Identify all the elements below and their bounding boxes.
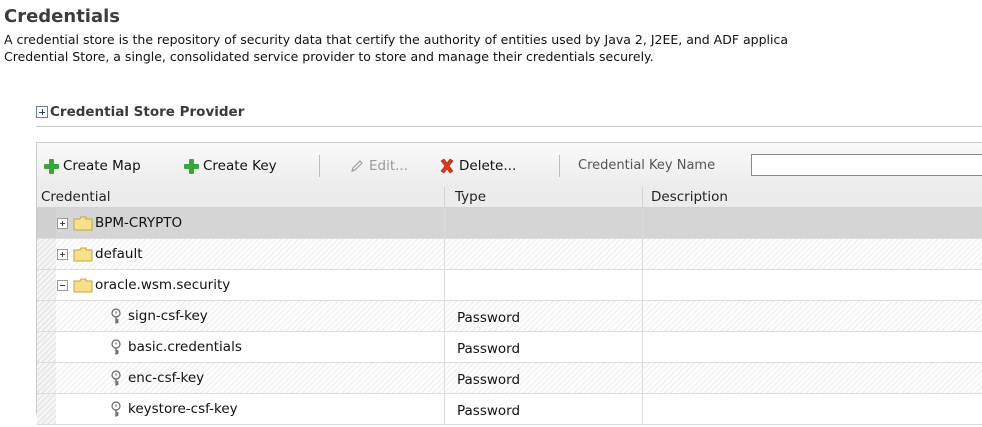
folder-open-icon [73,278,93,292]
credential-name: default [95,246,143,262]
table-row[interactable]: keystore-csf-key Password [37,394,982,425]
key-icon [111,370,121,386]
cell-divider [444,394,445,424]
plus-icon [43,158,59,174]
column-divider [642,187,643,207]
table-row[interactable]: BPM-CRYPTO [37,208,982,239]
cell-divider [444,239,445,269]
credential-type: Password [457,341,521,357]
credential-name: BPM-CRYPTO [95,215,183,231]
delete-label: Delete... [459,158,517,174]
row-gutter [37,208,56,238]
table-row[interactable]: sign-csf-key Password [37,301,982,332]
cell-divider [642,363,643,393]
delete-button[interactable]: Delete... [439,156,516,176]
credential-name: sign-csf-key [128,308,208,324]
table-toolbar: Create Map Create Key Edit... Delete... … [37,143,982,187]
cell-divider [444,208,445,238]
create-key-label: Create Key [203,158,277,174]
create-map-label: Create Map [63,158,141,174]
table-body: BPM-CRYPTO default oracle.wsm.security s… [37,208,982,425]
credential-key-name-label: Credential Key Name [578,158,716,173]
cell-divider [444,301,445,331]
description-line-2: Credential Store, a single, consolidated… [4,49,654,64]
cell-divider [444,332,445,362]
table-header: Credential Type Description [37,187,982,208]
credential-type: Password [457,403,521,419]
section-title: Credential Store Provider [50,104,245,120]
create-key-button[interactable]: Create Key [183,156,277,176]
credential-name: keystore-csf-key [128,401,238,417]
row-gutter [37,301,56,331]
section-divider [36,126,982,127]
plus-icon [183,158,199,174]
row-gutter [37,270,56,300]
row-gutter [37,239,56,269]
credentials-table-panel: Create Map Create Key Edit... Delete... … [36,142,982,425]
table-row[interactable]: default [37,239,982,270]
create-map-button[interactable]: Create Map [43,156,141,176]
page-description: A credential store is the repository of … [4,31,982,65]
collapse-icon[interactable] [57,279,68,291]
column-header-type[interactable]: Type [455,189,486,205]
toolbar-separator [559,155,560,177]
column-header-credential[interactable]: Credential [41,189,110,205]
red-x-icon [440,158,454,174]
credential-type: Password [457,372,521,388]
cell-divider [642,270,643,300]
cell-divider [642,394,643,424]
folder-icon [73,216,93,230]
key-icon [111,401,121,417]
folder-icon [73,247,93,261]
row-gutter [37,363,56,393]
expand-icon[interactable] [57,217,68,229]
cell-divider [642,208,643,238]
credential-name: basic.credentials [128,339,242,355]
description-line-1: A credential store is the repository of … [4,32,789,47]
edit-button[interactable]: Edit... [349,156,408,176]
cell-divider [642,239,643,269]
row-gutter [37,332,56,362]
column-divider [444,187,445,207]
table-row[interactable]: enc-csf-key Password [37,363,982,394]
page-title: Credentials [4,6,121,27]
cell-divider [642,332,643,362]
expand-icon[interactable] [57,248,68,260]
credential-type: Password [457,310,521,326]
cell-divider [642,301,643,331]
credential-store-provider-header[interactable]: Credential Store Provider [36,104,244,120]
key-icon [111,308,121,324]
credential-key-name-input[interactable] [751,154,982,176]
cell-divider [444,270,445,300]
credential-name: oracle.wsm.security [95,277,231,293]
edit-label: Edit... [369,158,409,174]
credential-name: enc-csf-key [128,370,205,386]
key-icon [111,339,121,355]
row-gutter [37,394,56,424]
expand-plus-icon[interactable] [36,106,48,118]
pencil-icon [351,160,363,172]
column-header-description[interactable]: Description [651,189,728,205]
table-row[interactable]: basic.credentials Password [37,332,982,363]
toolbar-separator [319,155,320,177]
table-row[interactable]: oracle.wsm.security [37,270,982,301]
cell-divider [444,363,445,393]
